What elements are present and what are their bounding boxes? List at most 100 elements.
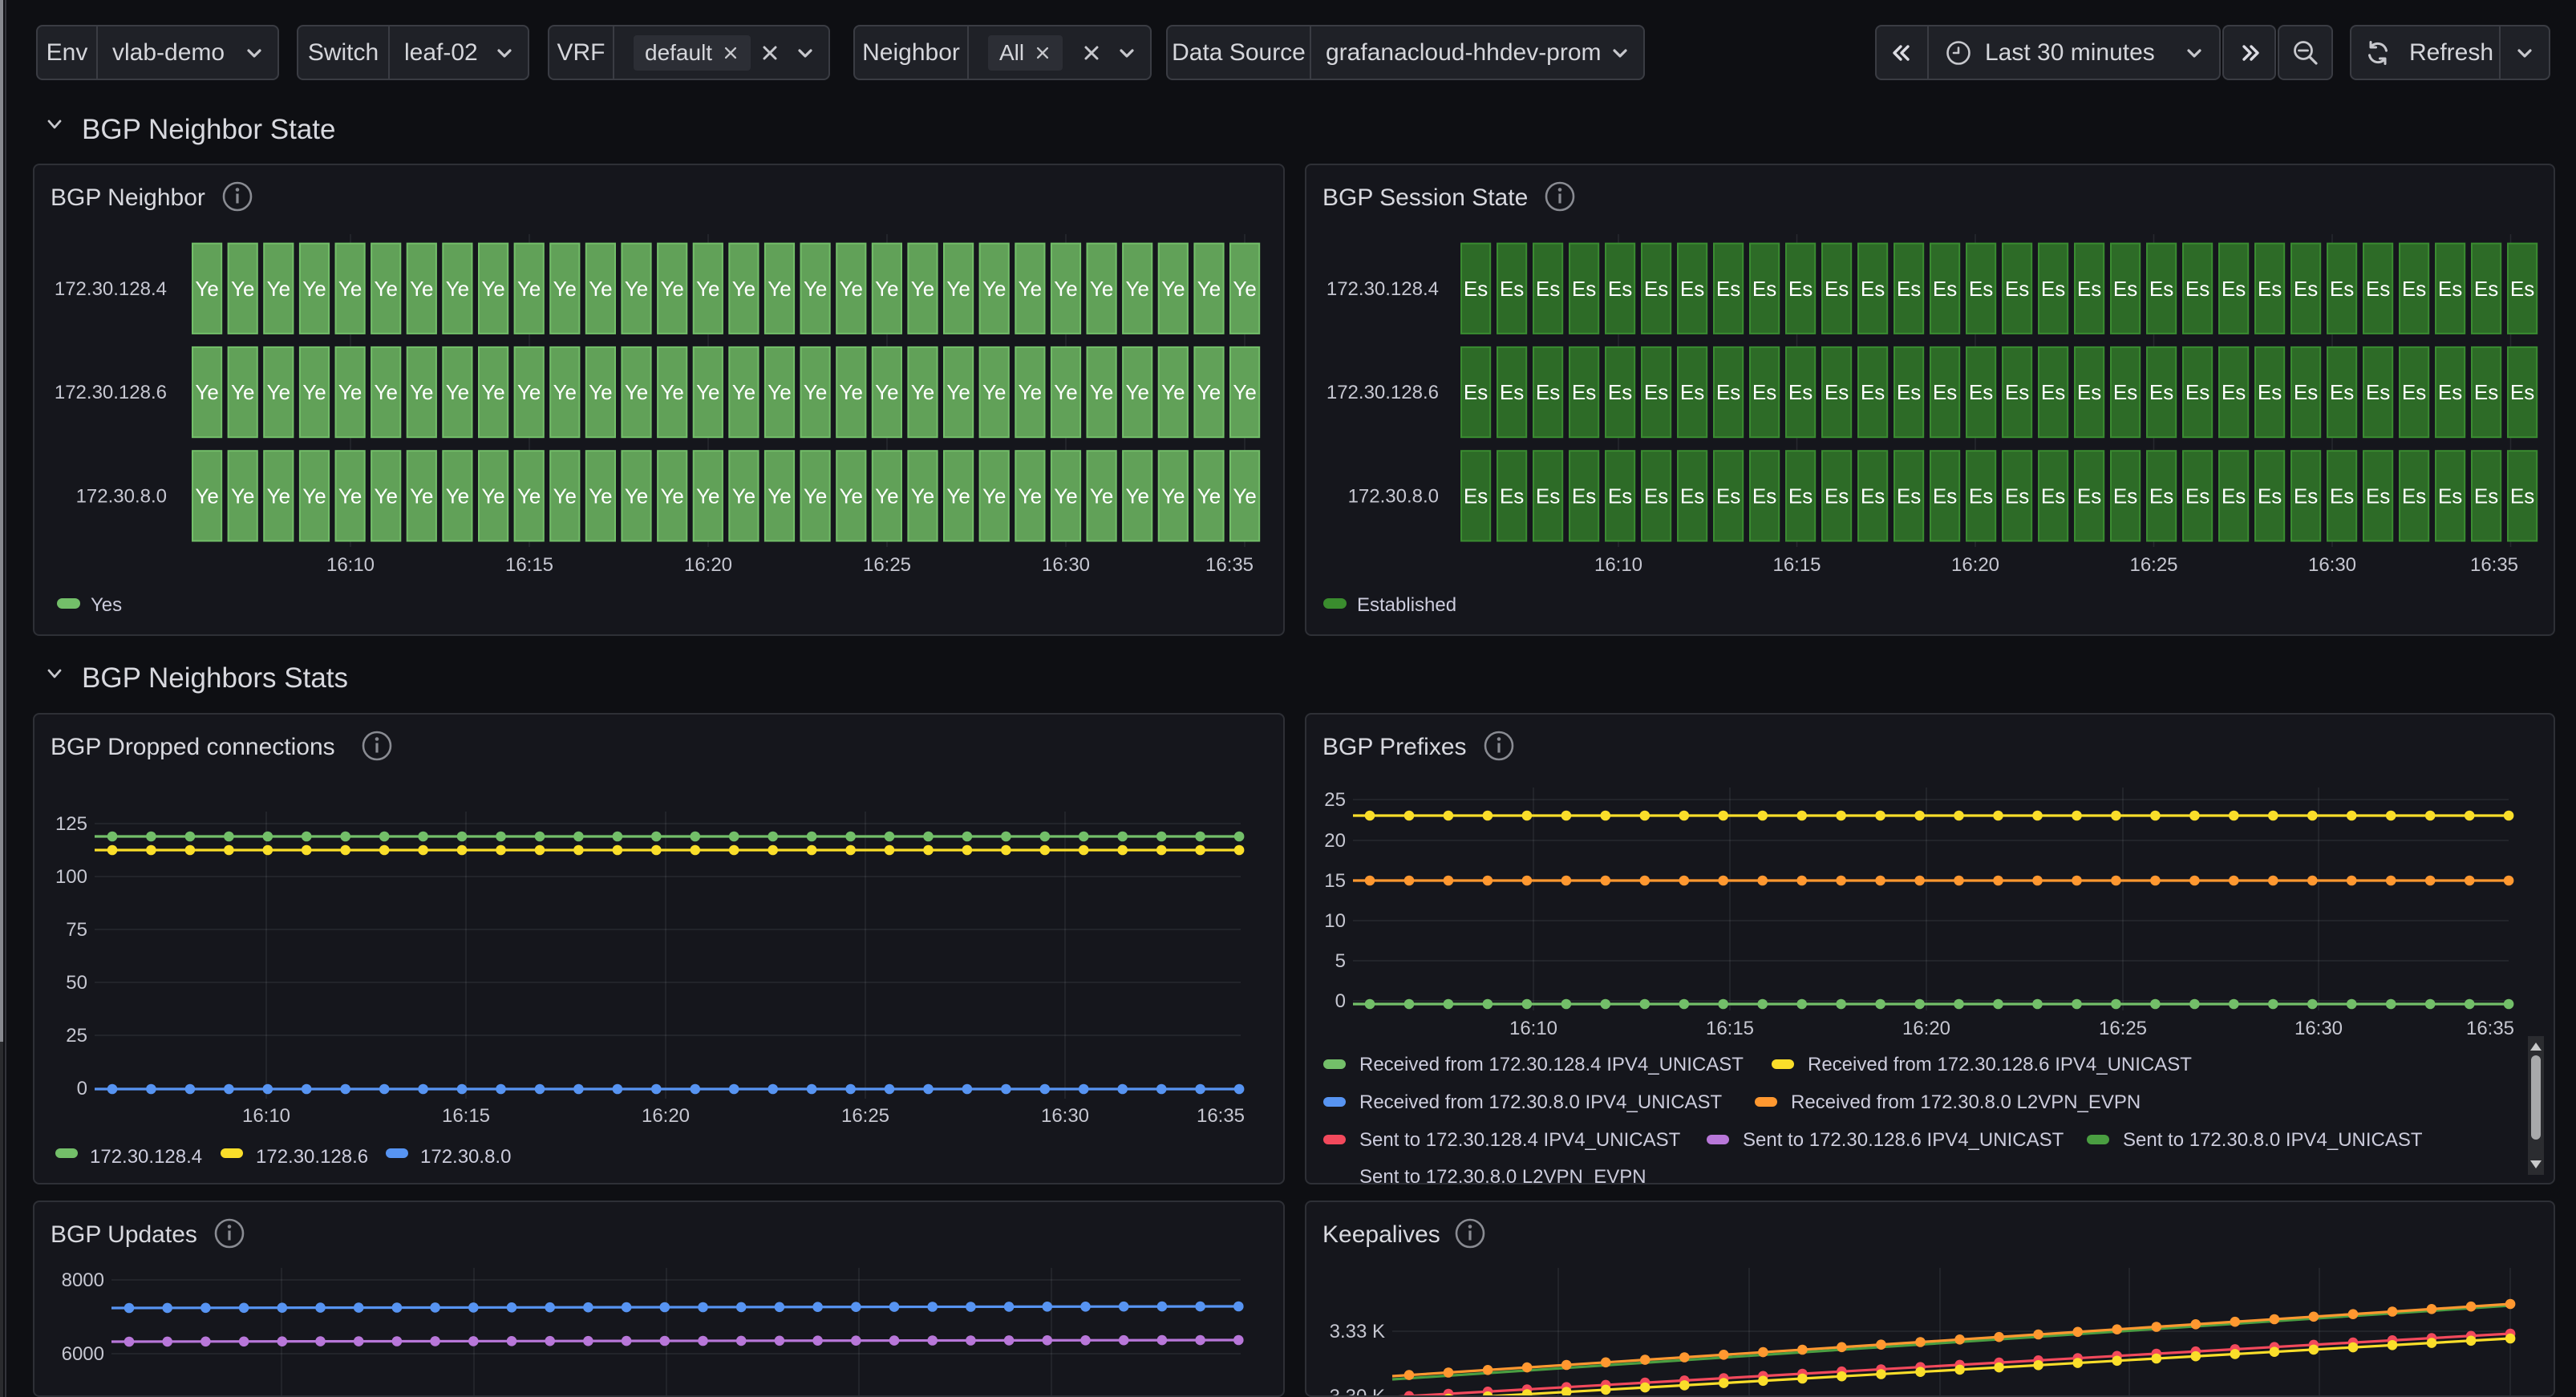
svg-text:Yes: Yes [91, 594, 122, 616]
svg-text:16:10: 16:10 [1509, 1018, 1557, 1039]
svg-text:5: 5 [1335, 950, 1346, 972]
svg-text:Ye: Ye [625, 380, 648, 404]
svg-text:Es: Es [2402, 484, 2426, 508]
svg-text:Es: Es [2149, 380, 2173, 404]
svg-text:Ye: Ye [1126, 277, 1149, 301]
svg-text:16:20: 16:20 [684, 554, 732, 576]
svg-text:15: 15 [1324, 870, 1346, 892]
svg-text:Ye: Ye [982, 484, 1006, 508]
svg-text:0: 0 [1335, 990, 1346, 1012]
svg-text:Ye: Ye [1126, 484, 1149, 508]
svg-text:Ye: Ye [410, 380, 433, 404]
svg-text:Ye: Ye [1019, 484, 1042, 508]
svg-text:Ye: Ye [696, 484, 719, 508]
svg-text:Es: Es [1716, 277, 1740, 301]
svg-text:Es: Es [1536, 277, 1560, 301]
svg-text:Es: Es [1897, 484, 1921, 508]
svg-text:Es: Es [2402, 277, 2426, 301]
svg-text:Sent to 172.30.128.4 IPV4_UNIC: Sent to 172.30.128.4 IPV4_UNICAST [1359, 1129, 1681, 1151]
svg-text:172.30.128.4: 172.30.128.4 [55, 278, 167, 300]
svg-text:Es: Es [2510, 380, 2534, 404]
svg-text:Ye: Ye [1233, 277, 1256, 301]
svg-text:16:35: 16:35 [2470, 554, 2518, 576]
svg-text:Es: Es [1680, 380, 1704, 404]
svg-text:16:25: 16:25 [841, 1105, 889, 1127]
svg-text:Es: Es [1969, 484, 1993, 508]
svg-text:16:15: 16:15 [1706, 1018, 1754, 1039]
svg-text:Ye: Ye [1233, 484, 1256, 508]
svg-text:Es: Es [2113, 277, 2137, 301]
svg-text:Ye: Ye [1054, 380, 1077, 404]
svg-text:Ye: Ye [1161, 277, 1185, 301]
svg-text:Ye: Ye [804, 380, 827, 404]
svg-text:BGP Neighbor: BGP Neighbor [51, 184, 205, 211]
svg-text:172.30.8.0: 172.30.8.0 [76, 485, 167, 507]
svg-text:Ye: Ye [1090, 484, 1113, 508]
svg-text:Es: Es [1464, 277, 1488, 301]
svg-text:Ye: Ye [231, 380, 254, 404]
svg-text:Es: Es [1536, 380, 1560, 404]
svg-text:Es: Es [1572, 380, 1596, 404]
svg-text:16:30: 16:30 [2295, 1018, 2343, 1039]
svg-text:Ye: Ye [481, 484, 504, 508]
svg-text:Es: Es [1861, 380, 1885, 404]
svg-text:16:10: 16:10 [242, 1105, 290, 1127]
svg-text:172.30.128.6: 172.30.128.6 [1326, 382, 1439, 403]
svg-text:Es: Es [1464, 380, 1488, 404]
svg-text:Es: Es [2185, 277, 2209, 301]
svg-text:Ye: Ye [911, 484, 934, 508]
svg-text:Ye: Ye [732, 484, 755, 508]
svg-text:Ye: Ye [660, 484, 683, 508]
svg-text:Es: Es [2222, 277, 2246, 301]
svg-text:Es: Es [2077, 484, 2101, 508]
svg-text:Es: Es [1680, 277, 1704, 301]
svg-text:Es: Es [2474, 380, 2498, 404]
svg-text:Ye: Ye [302, 277, 326, 301]
svg-text:Ye: Ye [660, 380, 683, 404]
svg-text:Ye: Ye [1161, 484, 1185, 508]
svg-text:Ye: Ye [911, 380, 934, 404]
svg-text:Ye: Ye [840, 277, 863, 301]
svg-text:16:15: 16:15 [1772, 554, 1821, 576]
svg-text:Es: Es [2005, 277, 2029, 301]
svg-text:Ye: Ye [1197, 484, 1221, 508]
svg-text:Ye: Ye [982, 277, 1006, 301]
svg-text:Ye: Ye [1054, 484, 1077, 508]
svg-text:Es: Es [1969, 277, 1993, 301]
svg-text:172.30.8.0: 172.30.8.0 [1348, 485, 1439, 507]
svg-text:75: 75 [66, 919, 87, 941]
svg-text:Ye: Ye [231, 277, 254, 301]
svg-text:16:35: 16:35 [1197, 1105, 1245, 1127]
svg-text:Es: Es [2113, 484, 2137, 508]
svg-text:Ye: Ye [660, 277, 683, 301]
svg-text:Ye: Ye [553, 380, 577, 404]
svg-text:Es: Es [1861, 277, 1885, 301]
svg-text:Ye: Ye [804, 484, 827, 508]
svg-text:Ye: Ye [946, 484, 970, 508]
svg-text:Ye: Ye [231, 484, 254, 508]
svg-text:Ye: Ye [696, 277, 719, 301]
svg-text:Ye: Ye [410, 484, 433, 508]
svg-text:125: 125 [55, 813, 87, 835]
svg-text:172.30.128.6: 172.30.128.6 [256, 1146, 368, 1168]
svg-text:Es: Es [1825, 380, 1849, 404]
svg-text:Es: Es [1500, 277, 1524, 301]
svg-text:Ye: Ye [1161, 380, 1185, 404]
svg-text:Ye: Ye [195, 277, 218, 301]
svg-text:Received from 172.30.128.4 IPV: Received from 172.30.128.4 IPV4_UNICAST [1359, 1054, 1744, 1075]
svg-text:Es: Es [1752, 380, 1776, 404]
svg-text:Es: Es [1572, 484, 1596, 508]
svg-text:Es: Es [1500, 380, 1524, 404]
svg-text:Ye: Ye [267, 484, 290, 508]
svg-text:Es: Es [1644, 277, 1668, 301]
svg-text:Established: Established [1357, 594, 1456, 616]
svg-text:16:25: 16:25 [2099, 1018, 2147, 1039]
svg-text:Keepalives: Keepalives [1322, 1221, 1440, 1248]
svg-text:16:20: 16:20 [1902, 1018, 1950, 1039]
svg-text:10: 10 [1324, 910, 1346, 932]
svg-text:Es: Es [2438, 277, 2462, 301]
svg-text:Ye: Ye [302, 484, 326, 508]
svg-text:16:25: 16:25 [863, 554, 911, 576]
svg-text:Es: Es [2258, 277, 2282, 301]
svg-text:172.30.8.0: 172.30.8.0 [420, 1146, 511, 1168]
